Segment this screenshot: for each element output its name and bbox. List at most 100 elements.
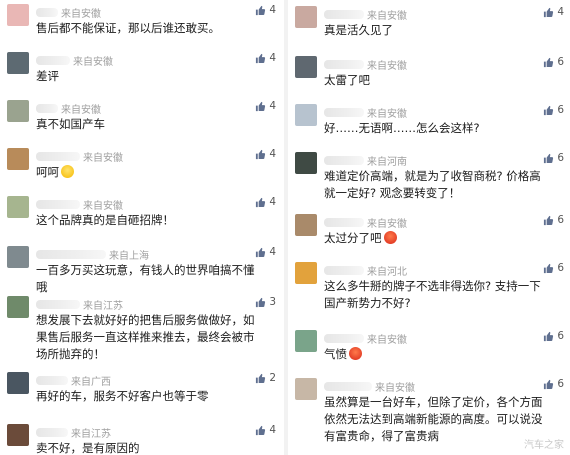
- comment-location: 来自安徽: [367, 219, 407, 230]
- like-count: 4: [269, 246, 276, 258]
- like-button[interactable]: 6: [543, 330, 564, 342]
- like-button[interactable]: 4: [543, 6, 564, 18]
- blurred-username[interactable]: [36, 428, 68, 437]
- comment-location: 来自安徽: [367, 109, 407, 120]
- blurred-username[interactable]: [324, 218, 364, 227]
- blurred-username[interactable]: [324, 10, 364, 19]
- thumbs-up-icon: [543, 331, 557, 342]
- comment-text: 想发展下去就好好的把售后服务做做好，如果售后服务一直这样推来推去，最终会被市场所…: [36, 312, 256, 363]
- comment-meta: 来自安徽: [36, 149, 123, 164]
- avatar[interactable]: [295, 6, 317, 28]
- avatar[interactable]: [7, 372, 29, 394]
- avatar[interactable]: [295, 262, 317, 284]
- avatar[interactable]: [7, 296, 29, 318]
- like-button[interactable]: 6: [543, 262, 564, 274]
- blurred-username[interactable]: [36, 250, 106, 259]
- avatar[interactable]: [7, 246, 29, 268]
- blurred-username[interactable]: [36, 56, 70, 65]
- blurred-username[interactable]: [36, 300, 80, 309]
- avatar[interactable]: [7, 52, 29, 74]
- comment-text: 再好的车，服务不好客户也等于零: [36, 388, 256, 405]
- comment-location: 来自安徽: [367, 61, 407, 72]
- avatar[interactable]: [295, 330, 317, 352]
- thumbs-up-icon: [543, 379, 557, 390]
- like-button[interactable]: 6: [543, 104, 564, 116]
- blurred-username[interactable]: [36, 376, 68, 385]
- comment-meta: 来自上海: [36, 247, 149, 262]
- avatar[interactable]: [7, 100, 29, 122]
- avatar[interactable]: [7, 4, 29, 26]
- avatar[interactable]: [295, 104, 317, 126]
- thumbs-up-icon: [543, 153, 557, 164]
- like-button[interactable]: 4: [255, 100, 276, 112]
- avatar[interactable]: [7, 148, 29, 170]
- blurred-username[interactable]: [36, 200, 80, 209]
- comment-meta: 来自安徽: [324, 379, 415, 394]
- column-divider: [284, 0, 288, 455]
- comment-location: 来自上海: [109, 251, 149, 262]
- like-count: 3: [269, 296, 276, 308]
- comment-meta: 来自安徽: [36, 53, 113, 68]
- comment-text-content: 真是活久见了: [324, 23, 393, 37]
- like-count: 6: [557, 378, 564, 390]
- blurred-username[interactable]: [36, 152, 80, 161]
- like-button[interactable]: 6: [543, 214, 564, 226]
- like-button[interactable]: 3: [255, 296, 276, 308]
- thumbs-up-icon: [543, 7, 557, 18]
- comment-meta: 来自安徽: [36, 101, 101, 116]
- comment-text: 好……无语啊……怎么会这样?: [324, 120, 544, 137]
- thumbs-up-icon: [255, 5, 269, 16]
- like-button[interactable]: 4: [255, 196, 276, 208]
- blurred-username[interactable]: [324, 156, 364, 165]
- like-count: 6: [557, 56, 564, 68]
- avatar[interactable]: [295, 214, 317, 236]
- comment-meta: 来自江苏: [36, 425, 111, 440]
- comment-meta: 来自河北: [324, 263, 407, 278]
- blurred-username[interactable]: [324, 60, 364, 69]
- like-button[interactable]: 4: [255, 424, 276, 436]
- comment-location: 来自安徽: [61, 105, 101, 116]
- thumbs-up-icon: [543, 105, 557, 116]
- comment-location: 来自安徽: [375, 383, 415, 394]
- comment-location: 来自河南: [367, 157, 407, 168]
- comment-text: 一百多万买这玩意，有钱人的世界咱搞不懂哦: [36, 262, 256, 296]
- like-button[interactable]: 2: [255, 372, 276, 384]
- blurred-username[interactable]: [324, 334, 364, 343]
- comment-location: 来自河北: [367, 267, 407, 278]
- like-button[interactable]: 4: [255, 246, 276, 258]
- thumbs-up-icon: [255, 247, 269, 258]
- comment-location: 来自安徽: [367, 11, 407, 22]
- comment-text: 这个品牌真的是自砸招牌！: [36, 212, 256, 229]
- like-count: 4: [269, 424, 276, 436]
- avatar[interactable]: [295, 378, 317, 400]
- like-button[interactable]: 6: [543, 152, 564, 164]
- like-button[interactable]: 6: [543, 56, 564, 68]
- thumbs-up-icon: [255, 53, 269, 64]
- blurred-username[interactable]: [324, 108, 364, 117]
- like-button[interactable]: 6: [543, 378, 564, 390]
- like-button[interactable]: 4: [255, 52, 276, 64]
- thumbs-up-icon: [255, 101, 269, 112]
- comment-meta: 来自安徽: [324, 57, 407, 72]
- comment-text-content: 售后都不能保证，那以后谁还敢买。: [36, 21, 220, 35]
- comment-text-content: 好……无语啊……怎么会这样?: [324, 121, 480, 135]
- comment-meta: 来自安徽: [36, 197, 123, 212]
- blurred-username[interactable]: [36, 8, 58, 17]
- avatar[interactable]: [7, 424, 29, 446]
- avatar[interactable]: [295, 152, 317, 174]
- comment-location: 来自安徽: [73, 57, 113, 68]
- blurred-username[interactable]: [324, 382, 372, 391]
- blurred-username[interactable]: [324, 266, 364, 275]
- like-button[interactable]: 4: [255, 148, 276, 160]
- comment-meta: 来自安徽: [36, 5, 101, 20]
- comment-text-content: 卖不好，是有原因的: [36, 441, 140, 455]
- watermark: 汽车之家: [524, 440, 564, 451]
- comment-text: 卖不好，是有原因的: [36, 440, 256, 455]
- avatar[interactable]: [295, 56, 317, 78]
- like-button[interactable]: 4: [255, 4, 276, 16]
- like-count: 4: [269, 148, 276, 160]
- avatar[interactable]: [7, 196, 29, 218]
- thumbs-up-icon: [543, 57, 557, 68]
- blurred-username[interactable]: [36, 104, 58, 113]
- comment-text-content: 一百多万买这玩意，有钱人的世界咱搞不懂哦: [36, 263, 255, 294]
